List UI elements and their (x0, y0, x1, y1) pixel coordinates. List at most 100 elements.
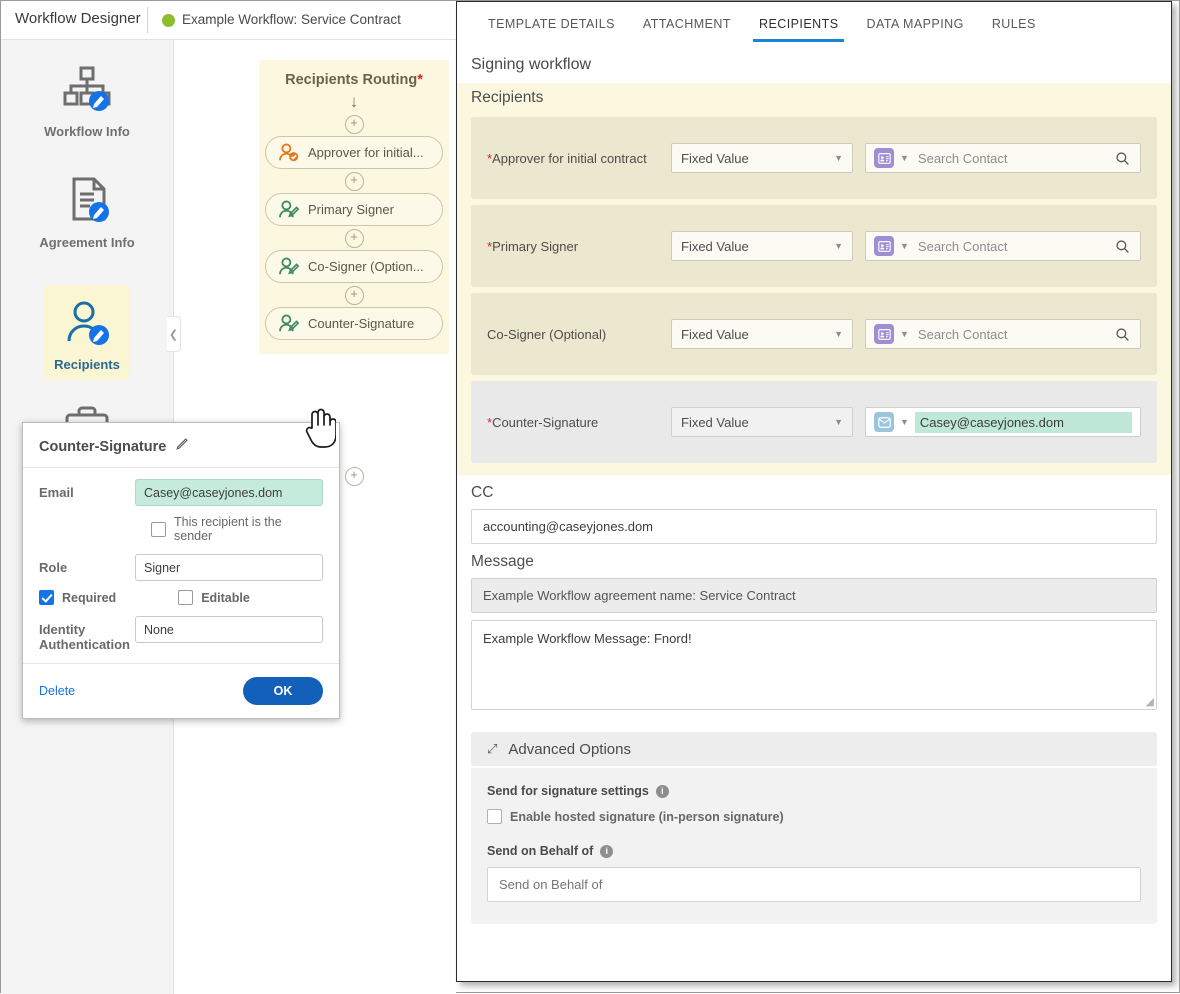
add-step-0[interactable]: + (259, 112, 449, 136)
add-step-1[interactable]: + (259, 169, 449, 193)
contact-card-icon[interactable] (874, 148, 894, 168)
title-divider (147, 7, 148, 33)
signer-pen-icon (278, 257, 302, 277)
template-settings-panel: TEMPLATE DETAILS ATTACHMENT RECIPIENTS D… (456, 1, 1172, 982)
add-step-3[interactable]: + (259, 283, 449, 307)
resize-handle-icon[interactable]: ◢ (1146, 695, 1154, 708)
message-title: Message (471, 553, 534, 570)
magnifier-icon[interactable] (1115, 239, 1130, 254)
recipients-routing-group: Recipients Routing* ↓ + Approver for ini… (259, 60, 449, 354)
message-section: Message Example Workflow Message: Fnord!… (457, 544, 1171, 710)
send-on-behalf-label: Send on Behalf of i (487, 844, 1141, 858)
application-window: Workflow Designer Example Workflow: Serv… (0, 0, 1180, 994)
routing-node-approver[interactable]: Approver for initial... (265, 136, 443, 169)
editable-label: Editable (201, 590, 250, 605)
add-step-2[interactable]: + (259, 226, 449, 250)
contact-card-icon[interactable] (874, 324, 894, 344)
cc-section: CC (457, 475, 1171, 544)
advanced-options-toggle[interactable]: ⤢ Advanced Options (471, 732, 1157, 766)
tab-template-details[interactable]: TEMPLATE DETAILS (474, 17, 629, 42)
pencil-icon[interactable] (174, 437, 189, 457)
search-contact-input[interactable]: Search Contact (918, 151, 1115, 166)
recipient-email-input[interactable]: Casey@caseyjones.dom (914, 411, 1132, 433)
chevron-down-icon: ⤢ (487, 741, 498, 756)
search-contact-input[interactable]: Search Contact (918, 327, 1115, 342)
dialog-role-row: Role (23, 543, 339, 581)
required-label: Required (62, 590, 117, 605)
cc-title: CC (471, 484, 494, 501)
tab-recipients[interactable]: RECIPIENTS (745, 17, 853, 42)
agreement-name-field[interactable] (471, 578, 1157, 613)
sidebar-item-agreement-info[interactable]: Agreement Info (15, 173, 159, 250)
value-source-select[interactable]: Fixed Value ▼ (671, 143, 853, 173)
routing-node-counter-signature[interactable]: Counter-Signature (265, 307, 443, 340)
tab-attachment[interactable]: ATTACHMENT (629, 17, 745, 42)
ok-button[interactable]: OK (243, 677, 323, 705)
delete-link[interactable]: Delete (39, 684, 75, 698)
dialog-email-row: Email (23, 468, 339, 506)
magnifier-icon[interactable] (1115, 327, 1130, 342)
contact-card-icon[interactable] (874, 236, 894, 256)
hosted-signature-label: Enable hosted signature (in-person signa… (510, 809, 784, 824)
magnifier-icon[interactable] (1115, 151, 1130, 166)
search-contact-input[interactable]: Search Contact (918, 239, 1115, 254)
send-on-behalf-input[interactable] (487, 867, 1141, 902)
value-source-select[interactable]: Fixed Value ▼ (671, 407, 853, 437)
contact-input-group: ▼ Search Contact (865, 231, 1141, 261)
chevron-down-icon[interactable]: ▼ (900, 417, 909, 427)
value-source-label: Fixed Value (681, 150, 749, 166)
role-field[interactable] (135, 554, 323, 581)
dialog-identity-row: Identity Authentication (23, 605, 339, 652)
value-source-select[interactable]: Fixed Value ▼ (671, 231, 853, 261)
value-source-label: Fixed Value (681, 326, 749, 342)
required-checkbox[interactable] (39, 590, 54, 605)
signer-pen-icon (278, 314, 302, 334)
node-label: Approver for initial... (308, 145, 424, 160)
dialog-footer: Delete OK (23, 663, 339, 718)
plus-icon: + (344, 171, 364, 191)
sender-checkbox[interactable] (151, 521, 166, 537)
tab-data-mapping[interactable]: DATA MAPPING (852, 17, 977, 42)
sidebar-collapse-handle[interactable]: ❮ (167, 316, 181, 352)
email-field[interactable] (135, 479, 323, 506)
sidebar-item-workflow-info[interactable]: Workflow Info (15, 62, 159, 139)
table-row: *Primary Signer Fixed Value ▼ ▼ Search C… (471, 205, 1157, 287)
advanced-options-label: Advanced Options (508, 740, 631, 758)
workflow-name: Example Workflow: Service Contract (182, 12, 401, 27)
contact-input-group: ▼ Search Contact (865, 319, 1141, 349)
editable-checkbox[interactable] (178, 590, 194, 605)
chevron-down-icon: ▼ (834, 241, 843, 251)
plus-icon: + (344, 228, 364, 248)
panel-tab-bar: TEMPLATE DETAILS ATTACHMENT RECIPIENTS D… (457, 2, 1171, 43)
sidebar-item-recipients[interactable]: Recipients (44, 285, 130, 380)
hosted-signature-row: Enable hosted signature (in-person signa… (487, 809, 1141, 824)
chevron-down-icon[interactable]: ▼ (900, 153, 909, 163)
recipient-label: *Counter-Signature (487, 414, 599, 430)
recipients-section: Recipients *Approver for initial contrac… (457, 83, 1171, 475)
value-source-label: Fixed Value (681, 414, 749, 430)
node-label: Counter-Signature (308, 316, 415, 331)
chevron-down-icon: ▼ (834, 329, 843, 339)
chevron-down-icon[interactable]: ▼ (900, 241, 909, 251)
document-edit-icon (15, 173, 159, 229)
envelope-icon[interactable] (874, 412, 894, 432)
routing-node-primary-signer[interactable]: Primary Signer (265, 193, 443, 226)
tab-rules[interactable]: RULES (978, 17, 1050, 42)
signing-workflow-heading: Signing workflow (471, 56, 592, 73)
info-icon[interactable]: i (655, 784, 669, 798)
chevron-down-icon: ▼ (834, 417, 843, 427)
info-icon[interactable]: i (600, 844, 614, 858)
table-row: *Counter-Signature Fixed Value ▼ ▼ Casey… (471, 381, 1157, 463)
value-source-select[interactable]: Fixed Value ▼ (671, 319, 853, 349)
identity-authentication-field[interactable] (135, 616, 323, 643)
workflow-designer-area: Workflow Designer Example Workflow: Serv… (1, 1, 456, 994)
routing-node-co-signer[interactable]: Co-Signer (Option... (265, 250, 443, 283)
chevron-down-icon[interactable]: ▼ (900, 329, 909, 339)
sidebar-item-label: Agreement Info (39, 235, 135, 250)
hosted-signature-checkbox[interactable] (487, 809, 502, 824)
message-textarea[interactable]: Example Workflow Message: Fnord! (483, 631, 692, 646)
flow-arrow-icon: ↓ (349, 92, 359, 111)
cc-input[interactable] (471, 509, 1157, 544)
plus-icon: + (344, 285, 364, 305)
recipient-label: Co-Signer (Optional) (487, 326, 607, 342)
